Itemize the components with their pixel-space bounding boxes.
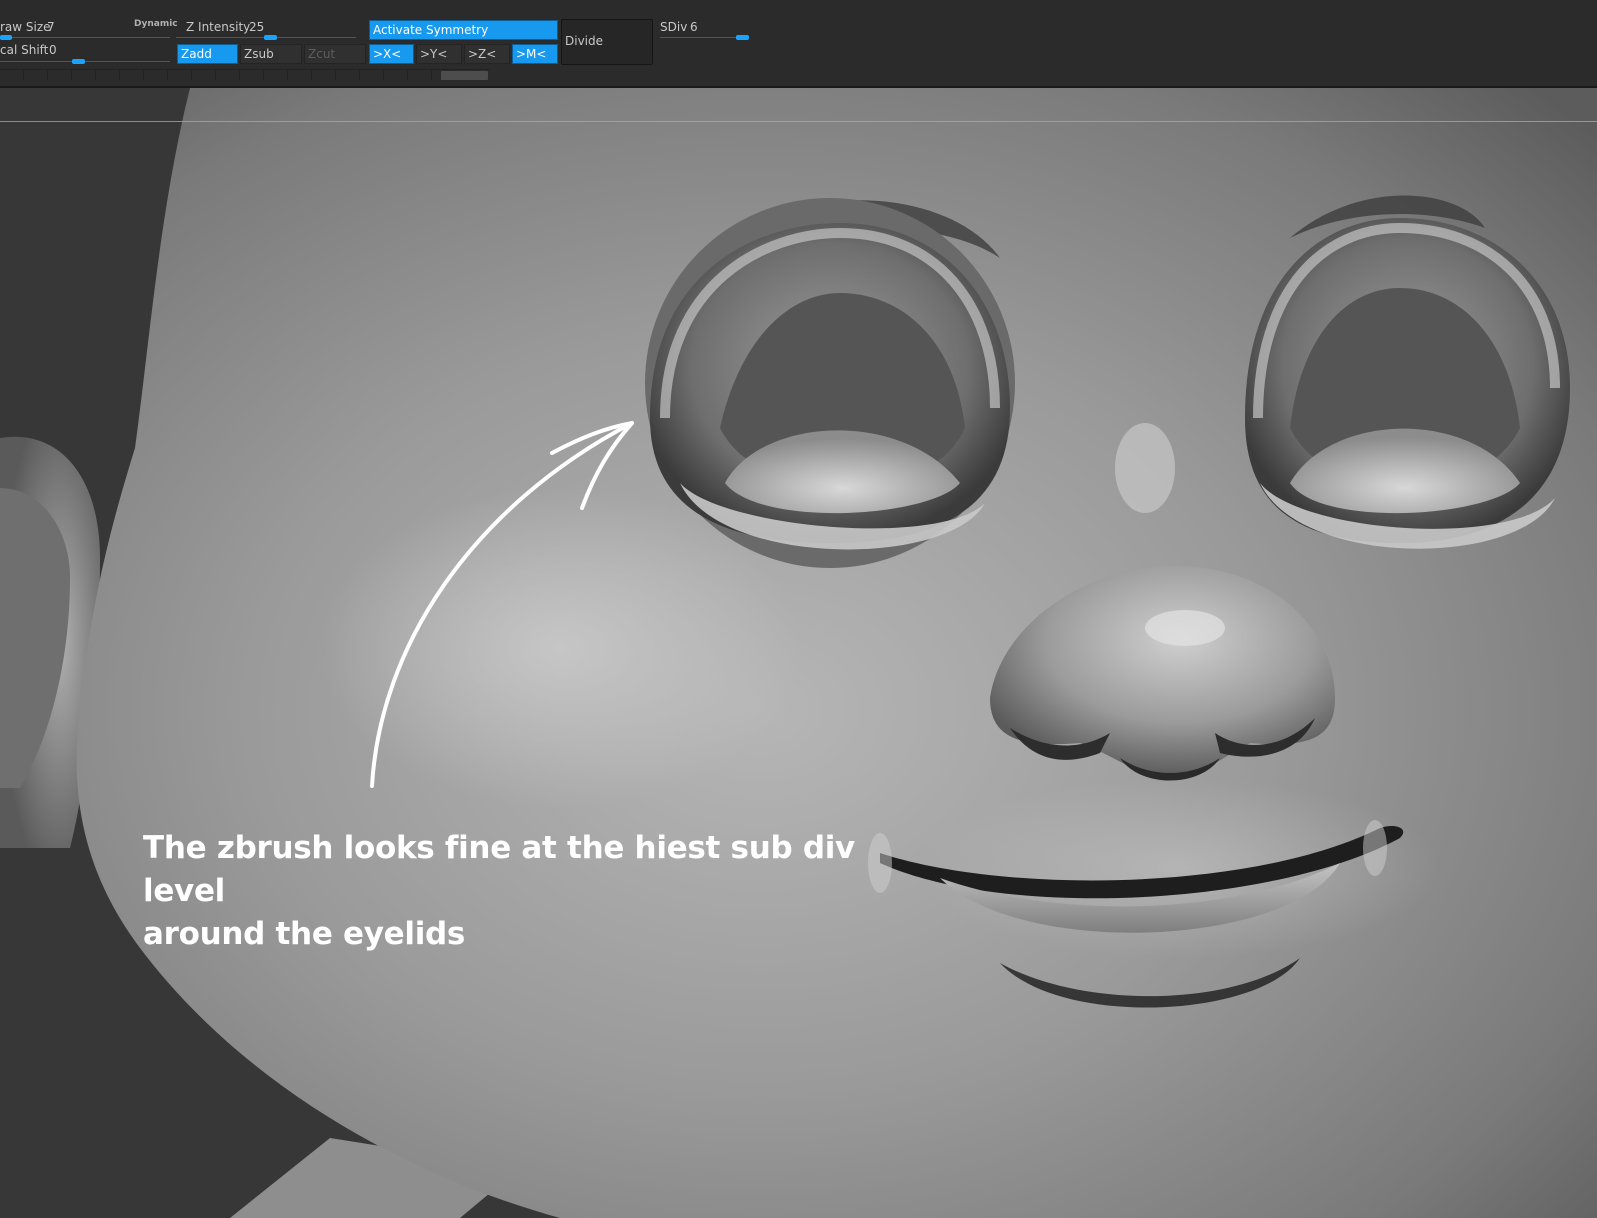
zadd-button[interactable]: Zadd	[177, 44, 238, 64]
activate-symmetry-button[interactable]: Activate Symmetry	[369, 20, 558, 40]
zcut-button[interactable]: Zcut	[304, 44, 366, 64]
focal-shift-track[interactable]	[0, 61, 170, 62]
symmetry-z-button[interactable]: >Z<	[464, 44, 510, 64]
annotation-line-1: The zbrush looks fine at the hiest sub d…	[143, 830, 855, 909]
dynamic-toggle[interactable]: Dynamic	[134, 19, 178, 29]
draw-size-label: raw Size	[0, 20, 51, 34]
z-intensity-label: Z Intensity	[186, 20, 251, 34]
viewport-guide-line	[0, 121, 1597, 122]
zsub-button[interactable]: Zsub	[240, 44, 302, 64]
focal-shift-value: 0	[49, 43, 57, 57]
sdiv-label: SDiv	[660, 20, 688, 34]
top-toolbar: raw Size 7 Dynamic cal Shift 0 Z Intensi…	[0, 0, 1597, 88]
nose-bridge-highlight	[1115, 423, 1175, 513]
sdiv-value: 6	[690, 20, 698, 34]
divide-button[interactable]: Divide	[561, 19, 653, 65]
symmetry-y-button[interactable]: >Y<	[416, 44, 462, 64]
draw-size-knob[interactable]	[0, 35, 12, 40]
focal-shift-label: cal Shift	[0, 43, 49, 57]
z-intensity-knob[interactable]	[264, 35, 277, 40]
chin-highlight	[920, 778, 1440, 958]
annotation-line-2: around the eyelids	[143, 916, 466, 952]
draw-size-track[interactable]	[0, 37, 170, 38]
toolbar-tick-strip	[0, 69, 490, 80]
symmetry-x-button[interactable]: >X<	[369, 44, 414, 64]
sdiv-track[interactable]	[660, 37, 745, 38]
focal-shift-knob[interactable]	[72, 59, 85, 64]
left-eye	[645, 198, 1015, 568]
sdiv-knob[interactable]	[736, 35, 749, 40]
3d-viewport[interactable]: The zbrush looks fine at the hiest sub d…	[0, 88, 1597, 1218]
annotation-text: The zbrush looks fine at the hiest sub d…	[143, 827, 903, 956]
sculpt-render	[0, 88, 1597, 1218]
symmetry-m-button[interactable]: >M<	[512, 44, 558, 64]
z-intensity-value: 25	[249, 20, 265, 34]
right-eye	[1245, 218, 1570, 549]
draw-size-value: 7	[47, 20, 55, 34]
toolbar-scroll-thumb[interactable]	[441, 71, 488, 80]
